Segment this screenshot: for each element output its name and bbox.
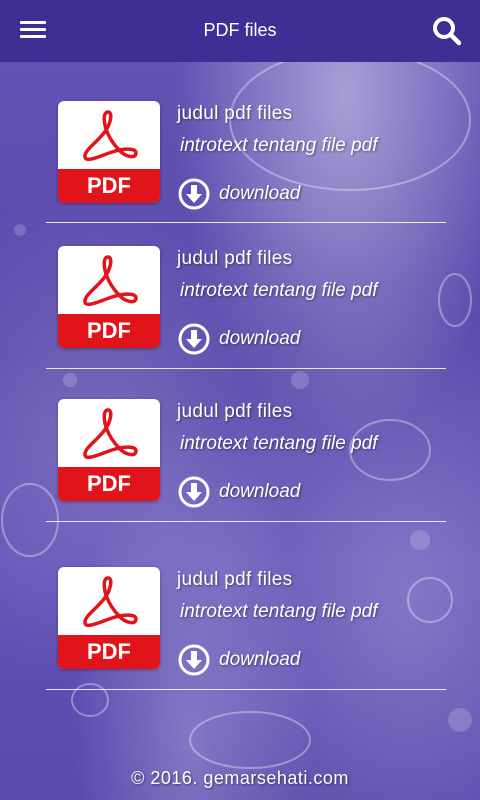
item-intro: introtext tentang file pdf	[180, 135, 378, 156]
download-button[interactable]: download	[178, 475, 300, 509]
item-title: judul pdf files	[177, 103, 293, 124]
item-intro: introtext tentang file pdf	[180, 280, 378, 301]
download-label: download	[219, 183, 301, 204]
download-button[interactable]: download	[178, 177, 300, 211]
search-icon	[433, 17, 462, 46]
item-intro: introtext tentang file pdf	[180, 601, 378, 622]
app-bar: PDF files	[0, 0, 480, 62]
pdf-label: PDF	[58, 314, 160, 348]
pdf-label: PDF	[58, 467, 160, 501]
download-icon	[178, 476, 210, 508]
list-item[interactable]: PDF judul pdf files introtext tentang fi…	[46, 522, 446, 690]
item-intro: introtext tentang file pdf	[180, 433, 378, 454]
footer-copyright: © 2016. gemarsehati.com	[131, 768, 349, 788]
pdf-file-icon: PDF	[58, 399, 160, 501]
search-button[interactable]	[432, 16, 462, 46]
item-title: judul pdf files	[177, 569, 293, 590]
download-label: download	[219, 649, 301, 670]
acrobat-icon	[83, 576, 138, 628]
download-icon	[178, 323, 210, 355]
pdf-file-icon: PDF	[58, 101, 160, 203]
acrobat-icon	[83, 110, 138, 162]
list-item[interactable]: PDF judul pdf files introtext tentang fi…	[46, 62, 446, 223]
item-title: judul pdf files	[177, 248, 293, 269]
item-title: judul pdf files	[177, 401, 293, 422]
pdf-label: PDF	[58, 635, 160, 669]
download-button[interactable]: download	[178, 643, 300, 677]
download-button[interactable]: download	[178, 322, 300, 356]
list-item[interactable]: PDF judul pdf files introtext tentang fi…	[46, 369, 446, 522]
download-icon	[178, 178, 210, 210]
list-item[interactable]: PDF judul pdf files introtext tentang fi…	[46, 223, 446, 369]
download-label: download	[219, 481, 301, 502]
download-label: download	[219, 328, 301, 349]
page-title: PDF files	[203, 20, 277, 40]
download-icon	[178, 644, 210, 676]
pdf-label: PDF	[58, 169, 160, 203]
pdf-file-icon: PDF	[58, 567, 160, 669]
acrobat-icon	[83, 255, 138, 307]
acrobat-icon	[83, 408, 138, 460]
pdf-file-icon: PDF	[58, 246, 160, 348]
